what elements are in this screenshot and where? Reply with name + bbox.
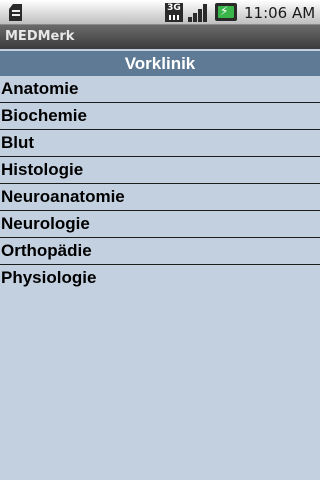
list-item-biochemie[interactable]: Biochemie [0,103,320,130]
list-item-blut[interactable]: Blut [0,130,320,157]
status-bar: 3G 11:06 AM [0,0,320,25]
list-item-neuroanatomie[interactable]: Neuroanatomie [0,184,320,211]
list-item-histologie[interactable]: Histologie [0,157,320,184]
list-item-physiologie[interactable]: Physiologie [0,265,320,291]
list-item-neurologie[interactable]: Neurologie [0,211,320,238]
battery-charging-icon [215,3,237,21]
network-3g-icon: 3G [165,3,183,22]
list-item-anatomie[interactable]: Anatomie [0,76,320,103]
sd-card-icon [9,4,22,21]
topic-list: Anatomie Biochemie Blut Histologie Neuro… [0,76,320,291]
app-title-bar: MEDMerk [0,25,320,49]
section-header: Vorklinik [0,51,320,76]
list-item-orthopaedie[interactable]: Orthopädie [0,238,320,265]
status-clock: 11:06 AM [244,4,316,22]
signal-strength-icon [188,3,209,22]
